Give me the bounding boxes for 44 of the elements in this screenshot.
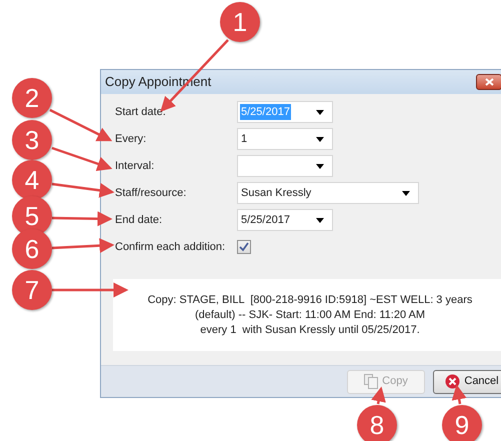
field-label: Interval: (115, 158, 156, 174)
dropdown-field[interactable] (237, 155, 333, 177)
arrow (452, 384, 467, 404)
callout-number: 3 (12, 120, 52, 160)
caret-icon (402, 190, 410, 196)
field-value: 5/25/2017 (240, 104, 291, 120)
caret-icon (316, 136, 324, 142)
documents-icon (364, 374, 378, 389)
callout-number: 6 (12, 229, 52, 269)
dropdown-field[interactable]: Susan Kressly (237, 182, 419, 204)
cancel-button[interactable]: Cancel (433, 370, 501, 394)
arrow (52, 182, 114, 198)
arrow (52, 211, 112, 226)
dropdown-field[interactable]: 1 (237, 128, 333, 150)
close-icon (445, 374, 460, 389)
close-button[interactable] (476, 74, 501, 90)
checkbox[interactable] (237, 240, 251, 254)
checkmark-icon (239, 242, 249, 252)
callout-number: 7 (12, 270, 52, 310)
arrow (371, 386, 386, 404)
field-label: Every: (115, 132, 148, 147)
summary-text: (default) -- SJK- Start: 11:00 AM End: 11:20 AM (194, 308, 426, 322)
callout-number: 8 (357, 405, 397, 441)
field-label: Confirm each addition: (115, 240, 226, 255)
callout-number: 4 (12, 160, 52, 200)
field-value: 5/25/2017 (240, 212, 291, 228)
callout-number: 9 (442, 405, 482, 441)
field-value: Susan Kressly (240, 186, 312, 201)
arrow (52, 238, 114, 254)
summary-text: Copy: STAGE, BILL [800-218-9916 ID:5918] ~EST WELL: 3 years (148, 292, 472, 308)
field-label: Start date: (115, 104, 167, 120)
caret-icon (316, 164, 324, 168)
field-value: 1 (240, 132, 248, 147)
arrow (49, 108, 112, 142)
close-icon (484, 78, 494, 86)
field-label: Staff/resource: (115, 186, 188, 201)
callout-number: 2 (12, 78, 52, 118)
field-label: End date: (115, 212, 164, 228)
callout-number: 1 (220, 2, 260, 42)
dropdown-field[interactable]: 5/25/2017 (237, 209, 333, 231)
summary-text: every 1 with Susan Kressly until 05/25/2017. (200, 322, 420, 338)
caret-icon (316, 218, 324, 222)
arrow (52, 146, 112, 172)
caret-icon (316, 110, 324, 114)
